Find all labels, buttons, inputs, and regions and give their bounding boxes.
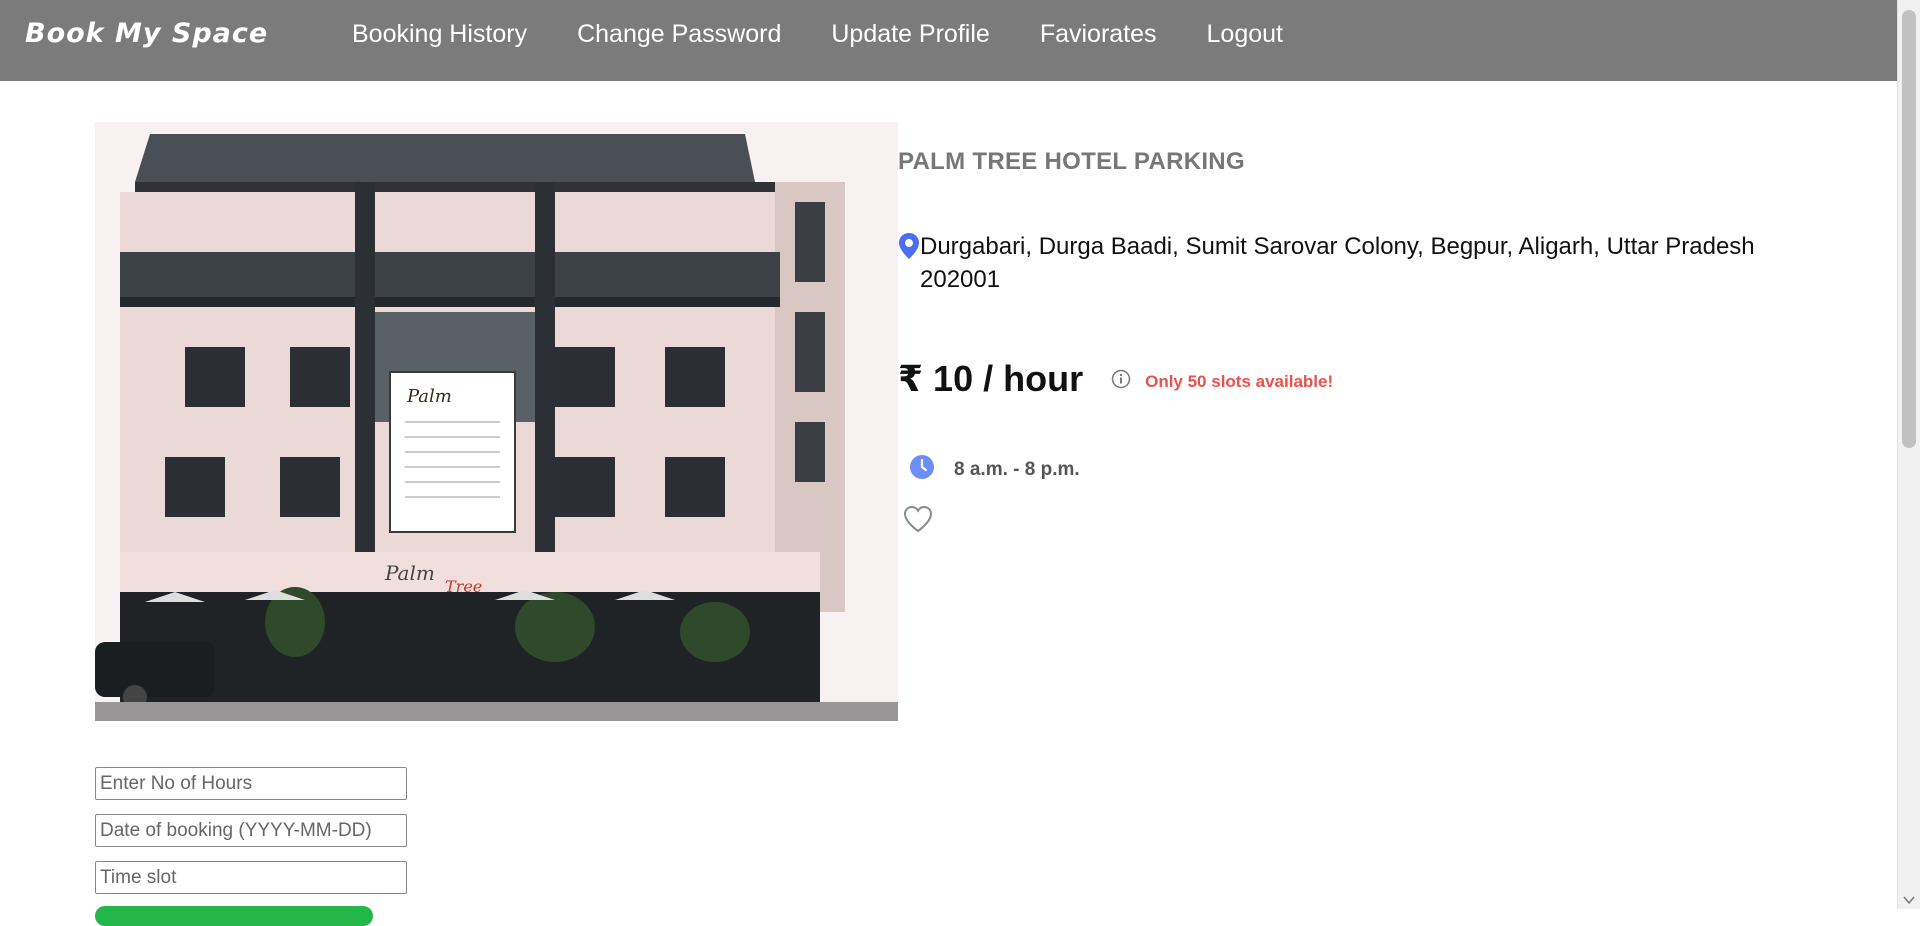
nav-change-password[interactable]: Change Password	[577, 20, 781, 49]
nav-links: Booking History Change Password Update P…	[352, 20, 1333, 49]
time-slot-input[interactable]	[95, 861, 407, 894]
hours-input[interactable]	[95, 767, 407, 800]
nav-booking-history[interactable]: Booking History	[352, 20, 527, 49]
opening-hours-text: 8 a.m. - 8 p.m.	[954, 459, 1080, 480]
nav-logout[interactable]: Logout	[1207, 20, 1283, 49]
price-text: ₹ 10 / hour	[898, 358, 1084, 399]
hours-row: 8 a.m. - 8 p.m.	[910, 453, 1080, 481]
book-now-button[interactable]	[95, 906, 373, 926]
parking-photo: Palm Palm Tree	[95, 122, 898, 721]
booking-date-input[interactable]	[95, 814, 407, 847]
page-scrollbar[interactable]	[1897, 0, 1920, 909]
facade-sign-text: Palm	[384, 561, 435, 585]
location-pin-icon	[899, 233, 919, 259]
nav-update-profile[interactable]: Update Profile	[831, 20, 989, 49]
banner-sign-text: Palm	[406, 386, 452, 407]
info-icon[interactable]	[1111, 369, 1131, 389]
top-navbar: Book My Space Booking History Change Pas…	[0, 0, 1898, 81]
scroll-down-arrow-icon[interactable]	[1903, 895, 1915, 905]
nav-favorites[interactable]: Faviorates	[1040, 20, 1157, 49]
brand-logo[interactable]: Book My Space	[25, 18, 268, 49]
clock-icon	[910, 455, 934, 479]
slots-available-text: Only 50 slots available!	[1145, 372, 1334, 391]
scrollbar-thumb[interactable]	[1902, 10, 1916, 448]
booking-form	[95, 767, 407, 908]
listing-title: PALM TREE HOTEL PARKING	[898, 148, 1245, 175]
listing-address: Durgabari, Durga Baadi, Sumit Sarovar Co…	[898, 230, 1798, 296]
address-text: Durgabari, Durga Baadi, Sumit Sarovar Co…	[920, 233, 1755, 293]
price-row: ₹ 10 / hour Only 50 slots available!	[898, 358, 1333, 400]
heart-outline-icon[interactable]	[902, 504, 934, 534]
